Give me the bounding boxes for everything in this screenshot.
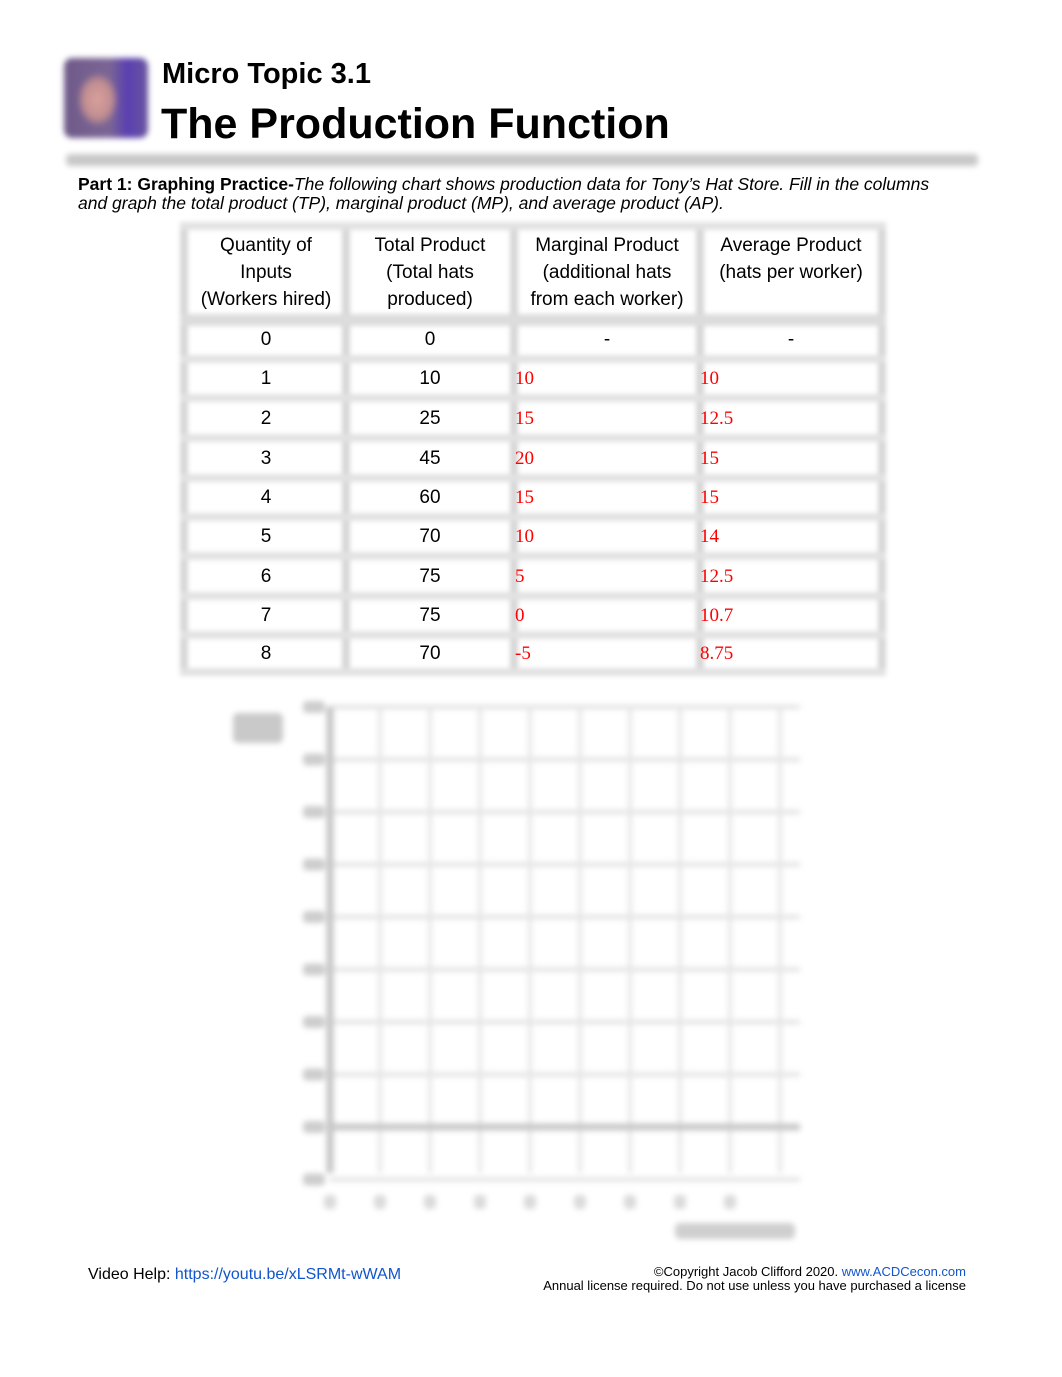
x-tick-label <box>524 1195 536 1209</box>
header-workers: Quantity of Inputs (Workers hired) <box>200 235 332 310</box>
cell-average-product: 8.75 <box>700 643 734 664</box>
cell-average-product: 10.7 <box>700 605 734 626</box>
table-row: 5 70 10 14 <box>180 518 886 556</box>
copyright-notice: ©Copyright Jacob Clifford 2020. www.ACDC… <box>543 1265 966 1293</box>
cell-average-product: 12.5 <box>700 408 734 429</box>
instructions: Part 1: Graphing Practice-The following … <box>78 175 958 213</box>
x-tick-label <box>624 1195 636 1209</box>
cell-marginal-product: 20 <box>515 448 534 469</box>
cell-total-product: 75 <box>419 566 441 587</box>
y-tick-label <box>303 753 325 766</box>
video-help: Video Help: https://youtu.be/xLSRMt-wWAM <box>88 1266 401 1284</box>
blank-graph-grid <box>225 695 815 1255</box>
y-tick-label <box>303 701 325 713</box>
author-avatar <box>64 58 148 138</box>
cell-marginal-product: 10 <box>515 368 534 389</box>
cell-workers: 5 <box>260 526 272 547</box>
y-axis-title <box>233 713 283 743</box>
license-text: Annual license required. Do not use unle… <box>543 1278 966 1293</box>
cell-marginal-product: -5 <box>515 643 531 664</box>
cell-workers: 1 <box>260 368 272 389</box>
table-row: 3 45 20 15 <box>180 440 886 478</box>
site-link[interactable]: www.ACDCecon.com <box>842 1264 966 1279</box>
cell-marginal-product: 5 <box>515 566 525 587</box>
cell-marginal-product: 15 <box>515 408 534 429</box>
cell-average-product: 15 <box>700 448 719 469</box>
header-total-product: Total Product (Total hats produced) <box>374 235 486 310</box>
table-row: 7 75 0 10.7 <box>180 597 886 635</box>
video-help-label: Video Help: <box>88 1266 175 1283</box>
cell-workers: 3 <box>260 448 272 469</box>
cell-total-product: 70 <box>419 526 441 547</box>
cell-marginal-product: - <box>603 329 611 350</box>
x-tick-label <box>474 1195 486 1209</box>
cell-marginal-product: 0 <box>515 605 525 626</box>
header-marginal-product: Marginal Product (additional hats from eac… <box>530 235 684 310</box>
table-row: 4 60 15 15 <box>180 479 886 517</box>
cell-average-product: 10 <box>700 368 719 389</box>
cell-average-product: 15 <box>700 487 719 508</box>
table-row: 1 10 10 10 <box>180 360 886 398</box>
cell-total-product: 60 <box>419 487 441 508</box>
y-tick-label <box>303 1173 325 1186</box>
y-tick-label <box>303 1068 325 1081</box>
copyright-text: ©Copyright Jacob Clifford 2020. <box>653 1264 842 1279</box>
cell-total-product: 25 <box>419 408 441 429</box>
cell-total-product: 0 <box>424 329 436 350</box>
cell-workers: 6 <box>260 566 272 587</box>
cell-marginal-product: 10 <box>515 526 534 547</box>
title-divider <box>66 154 978 166</box>
topic-label: Micro Topic 3.1 <box>162 58 371 90</box>
table-row: 6 75 5 12.5 <box>180 558 886 596</box>
x-tick-label <box>574 1195 586 1209</box>
y-tick-label <box>303 1016 325 1028</box>
cell-marginal-product: 15 <box>515 487 534 508</box>
y-tick-label <box>303 806 325 818</box>
table-row: 8 70 -5 8.75 <box>180 635 886 673</box>
cell-workers: 2 <box>260 408 272 429</box>
y-tick-label <box>303 858 325 871</box>
x-tick-label <box>674 1195 686 1209</box>
video-help-link[interactable]: https://youtu.be/xLSRMt-wWAM <box>175 1266 401 1283</box>
x-tick-label <box>724 1195 736 1209</box>
cell-total-product: 10 <box>419 368 441 389</box>
x-tick-label <box>374 1195 386 1209</box>
cell-workers: 4 <box>260 487 272 508</box>
table-row: 2 25 15 12.5 <box>180 400 886 438</box>
x-tick-label <box>424 1195 436 1209</box>
cell-average-product: 14 <box>700 526 719 547</box>
y-tick-label <box>303 1121 325 1133</box>
cell-total-product: 70 <box>419 643 441 664</box>
x-axis-title <box>675 1223 795 1239</box>
cell-average-product: 12.5 <box>700 566 734 587</box>
graph-grid-svg <box>233 701 800 1239</box>
production-table: Quantity of Inputs (Workers hired) Total P… <box>180 222 886 676</box>
cell-workers: 8 <box>260 643 272 664</box>
y-tick-label <box>303 911 325 923</box>
y-tick-label <box>303 963 325 976</box>
cell-average-product: - <box>787 329 795 350</box>
header-average-product: Average Product (hats per worker) <box>719 235 863 283</box>
instructions-heading: Part 1: Graphing Practice- <box>78 174 294 194</box>
table-row: 0 0 - - <box>180 321 886 359</box>
x-tick-label <box>324 1195 336 1209</box>
page-title: The Production Function <box>161 100 670 148</box>
cell-total-product: 45 <box>419 448 441 469</box>
cell-workers: 7 <box>260 605 272 626</box>
cell-total-product: 75 <box>419 605 441 626</box>
cell-workers: 0 <box>260 329 272 350</box>
